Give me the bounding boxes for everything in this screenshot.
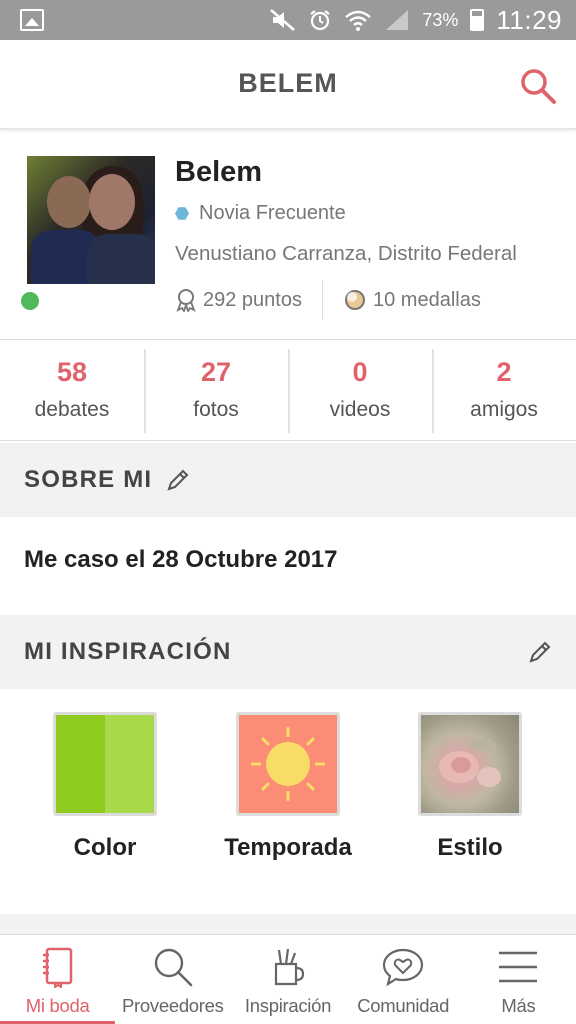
avatar[interactable] <box>27 156 155 284</box>
inspiration-section-title: MI INSPIRACIÓN <box>24 638 232 665</box>
ribbon-icon <box>176 289 196 312</box>
pencil-cup-icon <box>274 948 305 986</box>
edit-about-pencil-icon[interactable] <box>164 466 192 494</box>
nav-label: Comunidad <box>357 995 450 1016</box>
menu-icon <box>499 951 538 983</box>
nav-label: Inspiración <box>244 995 332 1016</box>
heart-chat-icon <box>383 948 424 987</box>
medal-icon <box>344 290 365 310</box>
status-icons: 73% 11:29 <box>270 0 562 40</box>
counter-value: 58 <box>56 357 88 387</box>
profile-location: Venustiano Carranza, Distrito Federal <box>175 242 517 265</box>
nav-inspiracion[interactable]: Inspiración <box>230 935 345 1024</box>
status-bar: 73% 11:29 <box>0 0 576 40</box>
counter-label: amigos <box>470 398 538 421</box>
profile-role-label: Novia Frecuente <box>199 202 346 224</box>
clock: 11:29 <box>496 4 562 35</box>
profile-stats: 292 puntos 10 medallas <box>175 280 481 320</box>
profile-name: Belem <box>175 156 263 188</box>
inspiration-label: Temporada <box>224 834 352 861</box>
wifi-icon <box>345 10 372 31</box>
search-icon[interactable] <box>518 66 558 106</box>
medals-stat[interactable]: 10 medallas <box>343 288 481 312</box>
nav-label: Mi boda <box>25 995 90 1016</box>
alarm-icon <box>310 10 330 31</box>
inspiration-label: Color <box>73 834 137 861</box>
section-divider <box>0 914 576 934</box>
points-stat[interactable]: 292 puntos <box>175 288 302 312</box>
mute-icon <box>270 9 296 31</box>
inspiration-season[interactable]: Temporada <box>208 712 368 862</box>
style-photo <box>418 712 522 816</box>
battery-percent: 73% <box>422 9 459 30</box>
profile-card: Belem Novia Frecuente Venustiano Carranz… <box>0 132 576 340</box>
gallery-icon <box>20 9 44 31</box>
online-status-dot <box>21 292 39 310</box>
inspiration-style[interactable]: Estilo <box>390 712 550 862</box>
counter-label: debates <box>34 398 110 421</box>
notebook-icon <box>42 947 72 988</box>
profile-counters: 58 debates 27 fotos 0 videos 2 amigos <box>0 341 576 441</box>
page-title: BELEM <box>238 68 338 98</box>
points-label: 292 puntos <box>203 288 302 311</box>
nav-proveedores[interactable]: Proveedores <box>115 935 230 1024</box>
about-section-title: SOBRE MI <box>24 466 153 493</box>
medals-label: 10 medallas <box>372 288 481 311</box>
signal-icon <box>386 10 409 30</box>
counter-fotos[interactable]: 27 fotos <box>144 341 288 440</box>
inspiration-section-header: MI INSPIRACIÓN <box>0 615 576 689</box>
sun-icon <box>236 712 340 816</box>
profile-role: Novia Frecuente <box>175 202 346 225</box>
color-swatch <box>53 712 157 816</box>
app-header: BELEM <box>0 40 576 130</box>
bottom-navigation: Mi boda Proveedores Inspiración Comunida… <box>0 934 576 1024</box>
hexagon-badge-icon <box>175 207 189 220</box>
counter-label: videos <box>329 398 391 421</box>
nav-mi-boda[interactable]: Mi boda <box>0 935 116 1024</box>
counter-debates[interactable]: 58 debates <box>0 341 144 440</box>
about-section-header: SOBRE MI <box>0 443 576 517</box>
inspiration-color[interactable]: Color <box>25 712 185 862</box>
edit-inspiration-pencil-icon[interactable] <box>526 638 554 666</box>
about-text: Me caso el 28 Octubre 2017 <box>24 546 338 573</box>
counter-value: 2 <box>496 357 512 387</box>
search-icon <box>154 948 193 987</box>
counter-label: fotos <box>193 398 239 421</box>
nav-mas[interactable]: Más <box>461 935 576 1024</box>
inspiration-label: Estilo <box>437 834 503 861</box>
nav-label: Más <box>501 995 536 1016</box>
counter-value: 27 <box>200 357 232 387</box>
counter-value: 0 <box>352 357 368 387</box>
nav-comunidad[interactable]: Comunidad <box>346 935 461 1024</box>
battery-icon <box>470 9 485 31</box>
counter-videos[interactable]: 0 videos <box>288 341 432 440</box>
nav-label: Proveedores <box>122 995 224 1016</box>
inspiration-items: Color Temporada Estilo <box>0 712 576 862</box>
counter-amigos[interactable]: 2 amigos <box>432 341 576 440</box>
